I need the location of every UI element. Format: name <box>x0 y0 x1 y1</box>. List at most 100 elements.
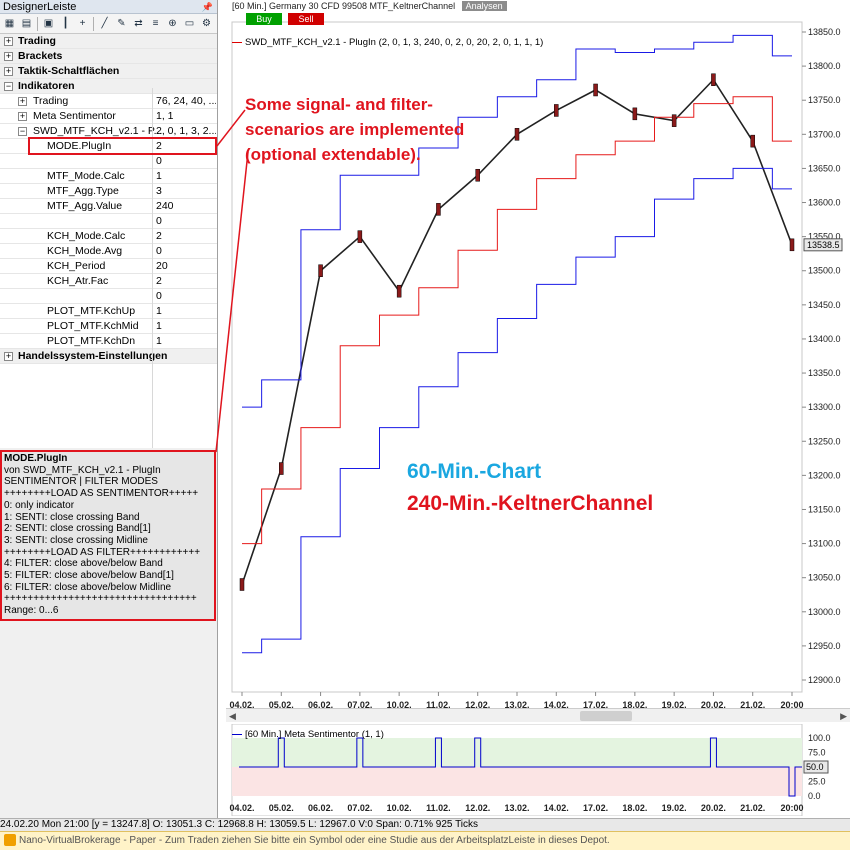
param-label: MTF_Mode.Calc <box>47 170 125 182</box>
tree-param-row[interactable]: MTF_Agg.Type 3 <box>0 184 217 199</box>
price-point <box>239 578 245 591</box>
param-value[interactable]: 20 <box>156 259 216 273</box>
param-value[interactable]: 0 <box>156 214 216 228</box>
param-value[interactable]: 0 <box>156 154 216 168</box>
layout-icon[interactable]: ▦ <box>2 16 17 31</box>
tree-param-row[interactable]: MTF_Mode.Calc 1 <box>0 169 217 184</box>
status-bar: 24.02.20 Mon 21:00 [y = 13247.8] O: 1305… <box>0 818 850 831</box>
tree-param-row[interactable]: KCH_Mode.Avg 0 <box>0 244 217 259</box>
tree-param-row[interactable]: 0 <box>0 154 217 169</box>
price-point <box>396 284 402 298</box>
bars-icon[interactable]: ≡ <box>148 16 163 31</box>
tree-section-trading[interactable]: + Trading <box>0 34 217 49</box>
scroll-right-icon[interactable]: ▶ <box>840 709 847 723</box>
help-panel: MODE.PlugIn von SWD_MTF_KCH_v2.1 - PlugI… <box>0 450 216 621</box>
section-label: Brackets <box>18 50 63 62</box>
help-line: 0: only indicator <box>4 499 75 511</box>
folder-icon[interactable]: ▤ <box>19 16 34 31</box>
expand-icon[interactable]: + <box>18 97 27 106</box>
swap-icon[interactable]: ⇄ <box>131 16 146 31</box>
tree-section-brackets[interactable]: + Brackets <box>0 49 217 64</box>
pin-icon[interactable]: 📌 <box>202 0 213 14</box>
help-title: MODE.PlugIn <box>4 453 68 464</box>
scroll-thumb[interactable] <box>580 711 632 721</box>
param-value[interactable]: 240 <box>156 199 216 213</box>
x-tick-label: 21.02. <box>740 803 765 813</box>
tree-param-row[interactable]: KCH_Period 20 <box>0 259 217 274</box>
chart-annotation-60min: 60-Min.-Chart <box>407 460 542 483</box>
add-icon[interactable]: + <box>75 16 90 31</box>
tree-section-indikatoren[interactable]: − Indikatoren <box>0 79 217 94</box>
bear-zone <box>232 767 802 796</box>
param-value[interactable]: 0 <box>156 289 216 303</box>
x-tick-label: 05.02. <box>269 803 294 813</box>
sell-button[interactable]: Sell <box>288 13 324 25</box>
param-label: KCH_Mode.Avg <box>47 245 123 257</box>
draw-icon[interactable]: ✎ <box>114 16 129 31</box>
tree-section-handelssystem[interactable]: + Handelssystem-Einstellungen <box>0 349 217 364</box>
section-label: Handelssystem-Einstellungen <box>18 350 168 362</box>
param-value[interactable]: 2 <box>156 274 216 288</box>
tree-param-row[interactable]: PLOT_MTF.KchDn 1 <box>0 334 217 349</box>
tree-indicator-meta-sentimentor[interactable]: + Meta Sentimentor 1, 1 <box>0 109 217 124</box>
tree-param-row[interactable]: PLOT_MTF.KchMid 1 <box>0 319 217 334</box>
save-icon[interactable]: ▣ <box>41 16 56 31</box>
param-value[interactable]: 0 <box>156 244 216 258</box>
zoom-icon[interactable]: ⊕ <box>165 16 180 31</box>
chart-scrollbar[interactable]: ◀ ▶ <box>226 708 850 722</box>
line-icon[interactable]: ╱ <box>97 16 112 31</box>
settings-icon[interactable]: ⚙ <box>199 16 214 31</box>
collapse-icon[interactable]: − <box>18 127 27 136</box>
panel-toolbar: ▦ ▤ ▣ ┃ + ╱ ✎ ⇄ ≡ ⊕ ▭ ⚙ <box>0 14 217 34</box>
panel-title-bar: DesignerLeiste 📌 <box>0 0 217 14</box>
highlight-box-mode-plugin <box>28 137 217 155</box>
help-line: +++++++++++++++++++++++++++++++++ <box>4 593 197 605</box>
print-icon[interactable]: ▭ <box>182 16 197 31</box>
legend-text: SWD_MTF_KCH_v2.1 - PlugIn (2, 0, 1, 3, 2… <box>245 37 544 48</box>
help-line: ++++++++LOAD AS SENTIMENTOR+++++ <box>4 488 199 500</box>
toolbar-divider <box>93 16 94 31</box>
param-value[interactable]: 1 <box>156 334 216 348</box>
info-bar: Nano-VirtualBrokerage - Paper - Zum Trad… <box>0 831 850 850</box>
tree-param-row[interactable]: PLOT_MTF.KchUp 1 <box>0 304 217 319</box>
y-tick-label: 13200.0 <box>808 470 841 480</box>
chart-header: [60 Min.] Germany 30 CFD 99508 MTF_Keltn… <box>232 1 507 11</box>
chart-title: [60 Min.] Germany 30 CFD 99508 MTF_Keltn… <box>232 1 456 11</box>
sentimentor-legend[interactable]: [60 Min.] Meta Sentimentor (1, 1) <box>232 729 384 740</box>
tree-param-row[interactable]: 0 <box>0 214 217 229</box>
expand-icon[interactable]: + <box>4 67 13 76</box>
candle-icon[interactable]: ┃ <box>58 16 73 31</box>
price-point <box>279 462 284 475</box>
price-tag: 13538.5 <box>807 240 840 250</box>
param-label: PLOT_MTF.KchMid <box>47 320 139 332</box>
param-value[interactable]: 3 <box>156 184 216 198</box>
indicator-legend[interactable]: SWD_MTF_KCH_v2.1 - PlugIn (2, 0, 1, 3, 2… <box>232 37 543 48</box>
y-tick-label: 25.0 <box>808 777 826 787</box>
section-label: Indikatoren <box>18 80 75 92</box>
tree-param-row[interactable]: MTF_Agg.Value 240 <box>0 199 217 214</box>
param-value[interactable]: 1 <box>156 319 216 333</box>
tree-param-row[interactable]: KCH_Mode.Calc 2 <box>0 229 217 244</box>
scroll-left-icon[interactable]: ◀ <box>229 709 236 723</box>
collapse-icon[interactable]: − <box>4 82 13 91</box>
expand-icon[interactable]: + <box>4 352 13 361</box>
expand-icon[interactable]: + <box>4 52 13 61</box>
param-value[interactable]: 1 <box>156 169 216 183</box>
param-label: MTF_Agg.Value <box>47 200 123 212</box>
param-value[interactable]: 1 <box>156 304 216 318</box>
tree-param-row[interactable]: 0 <box>0 289 217 304</box>
expand-icon[interactable]: + <box>18 112 27 121</box>
x-tick-label: 11.02. <box>426 803 451 813</box>
param-label: KCH_Atr.Fac <box>47 275 109 287</box>
price-point <box>357 230 363 243</box>
y-tick-label: 13450.0 <box>808 300 841 310</box>
expand-icon[interactable]: + <box>4 37 13 46</box>
price-point <box>436 203 441 216</box>
help-line: 3: SENTI: close crossing Midline <box>4 534 148 546</box>
analysen-tab[interactable]: Analysen <box>461 1 507 11</box>
tree-indicator-trading[interactable]: + Trading 76, 24, 40, ... <box>0 94 217 109</box>
tree-section-taktik[interactable]: + Taktik-Schaltflächen <box>0 64 217 79</box>
buy-button[interactable]: Buy <box>246 13 282 25</box>
tree-param-row[interactable]: KCH_Atr.Fac 2 <box>0 274 217 289</box>
param-value[interactable]: 2 <box>156 229 216 243</box>
